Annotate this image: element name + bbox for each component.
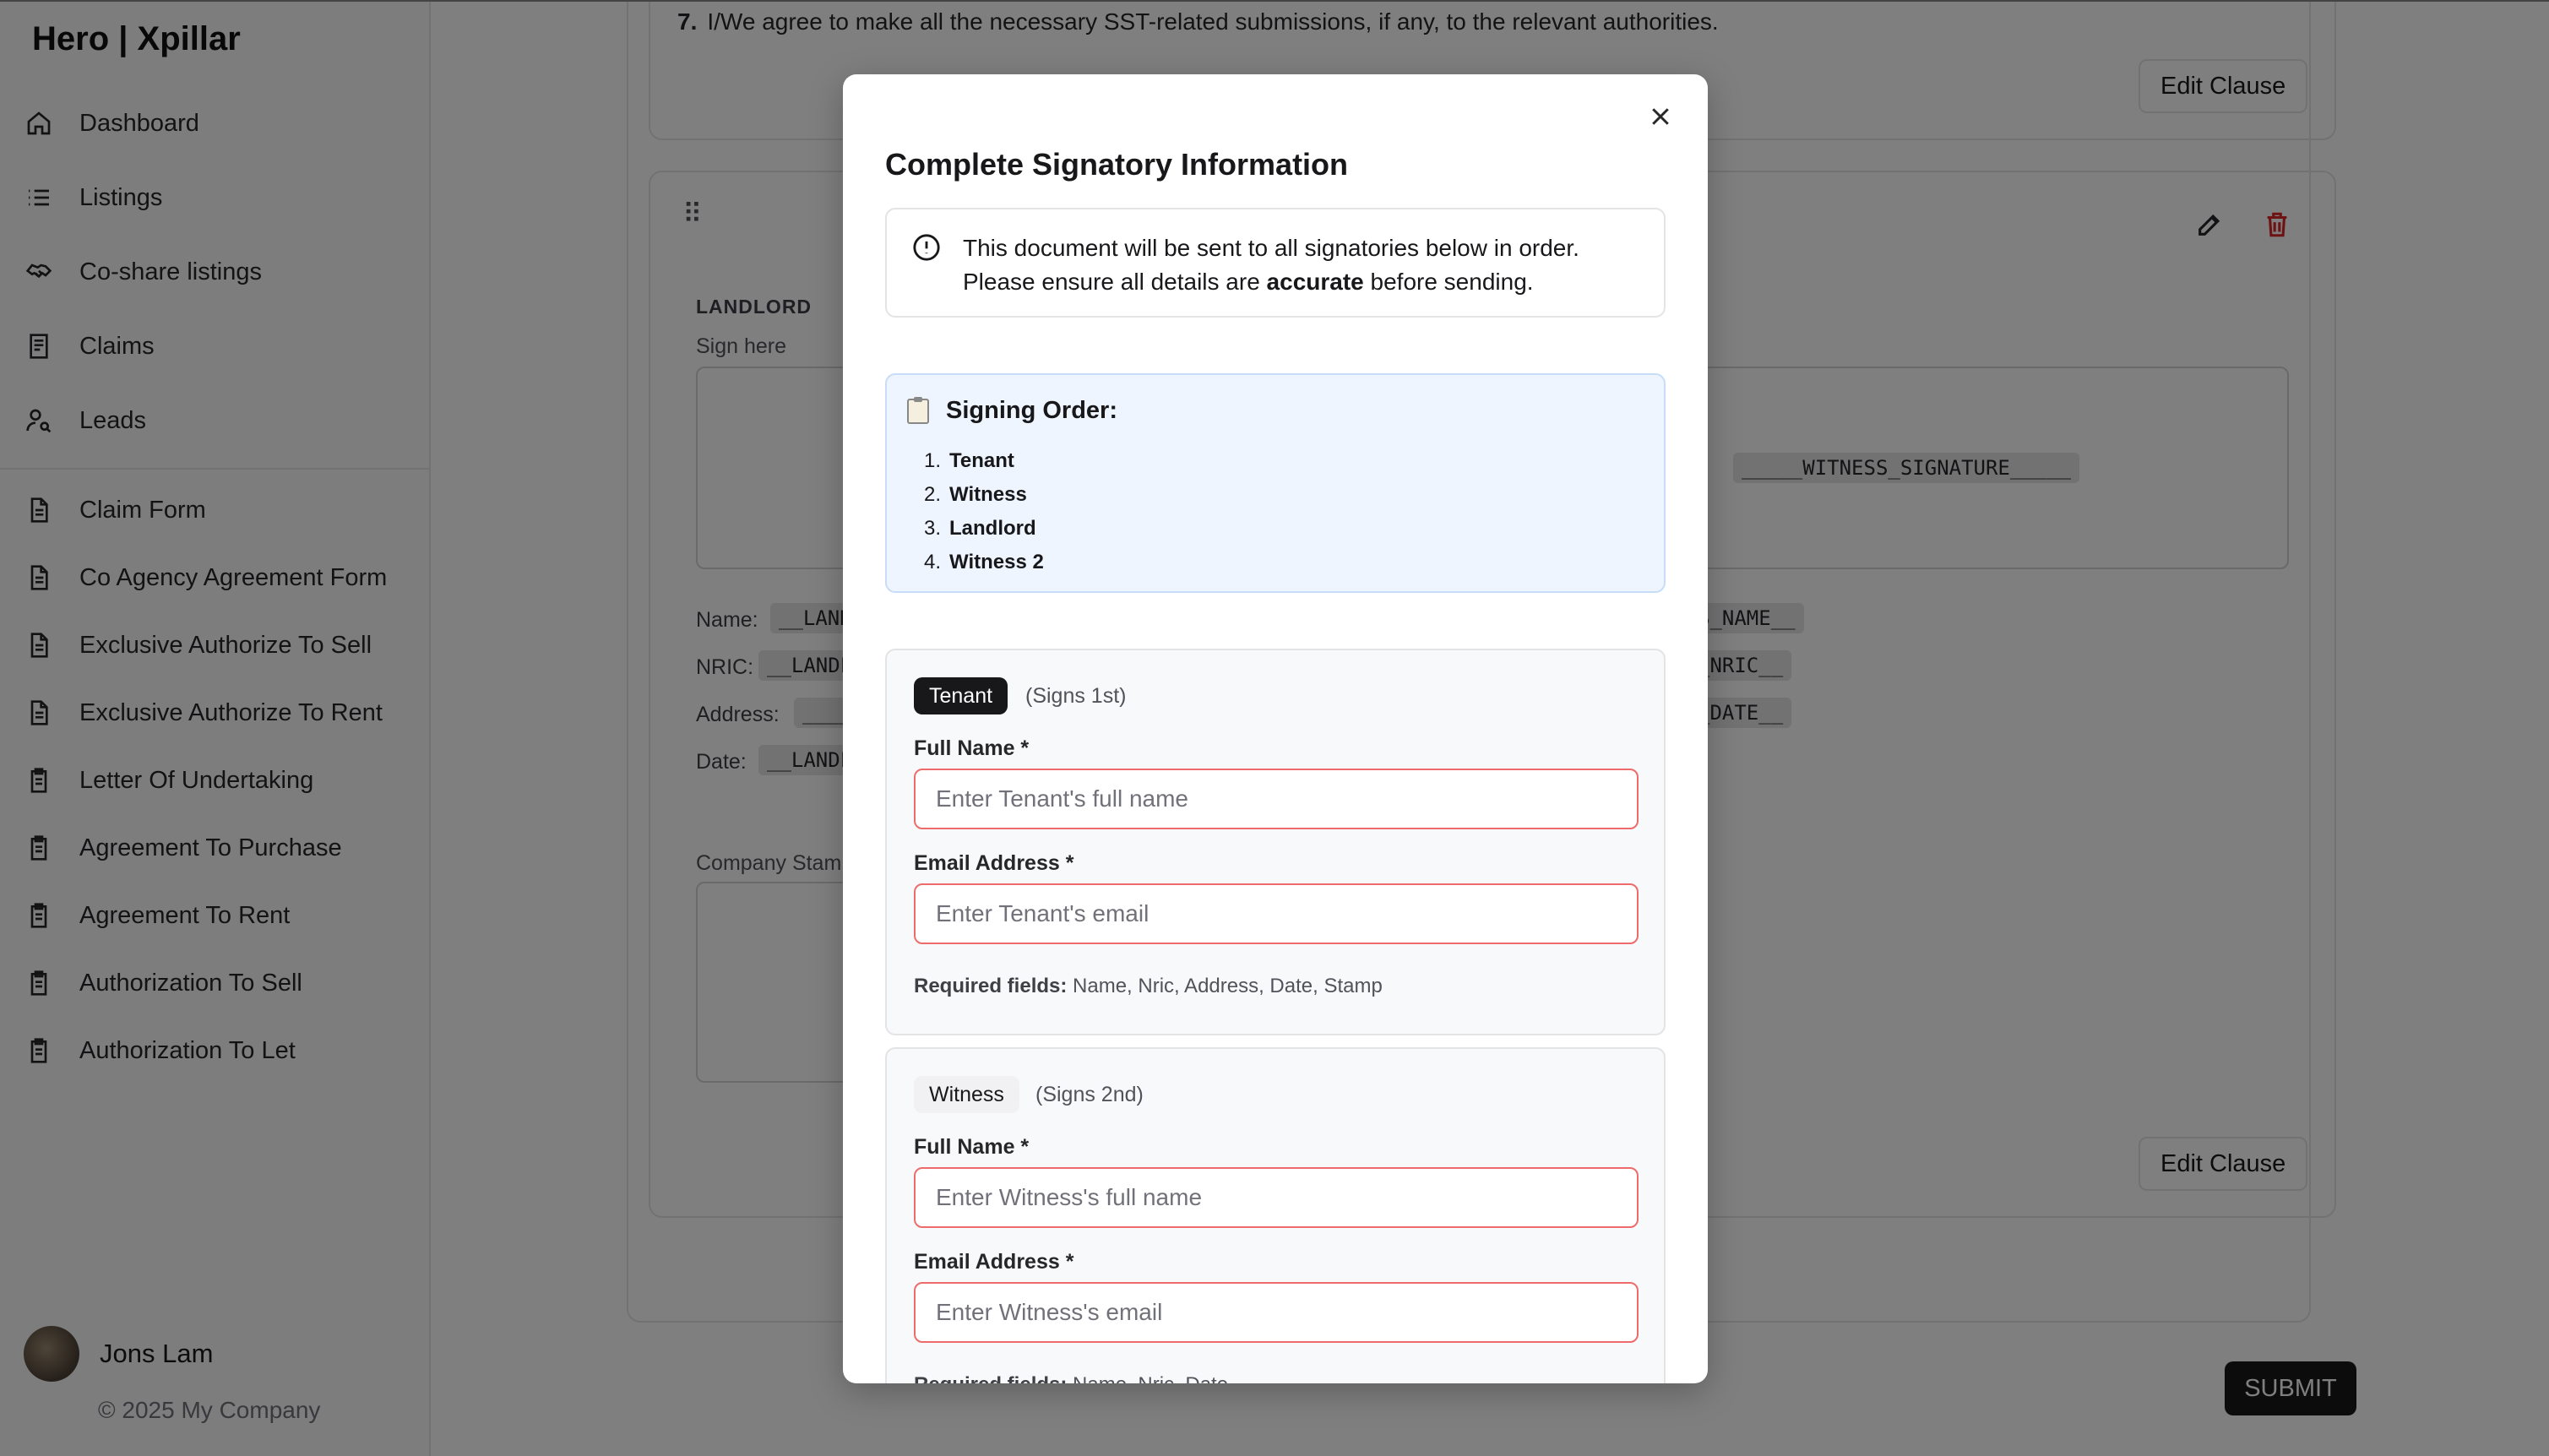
tenant-email-input[interactable]: [914, 883, 1639, 944]
notice-line-1: This document will be sent to all signat…: [963, 235, 1579, 261]
notice-suffix: before sending.: [1363, 269, 1534, 295]
order-number: 3.: [924, 517, 942, 540]
info-notice: This document will be sent to all signat…: [885, 208, 1666, 318]
notice-prefix: Please ensure all details are: [963, 269, 1267, 295]
tenant-full-name-input[interactable]: [914, 769, 1639, 829]
signing-position: (Signs 2nd): [1035, 1083, 1144, 1106]
required-fields-label: Required fields:: [914, 975, 1068, 997]
order-number: 2.: [924, 483, 942, 506]
list-item: 2. Witness: [924, 478, 1044, 512]
signing-order-panel: Signing Order: 1. Tenant 2. Witness 3. Land…: [885, 373, 1666, 593]
full-name-label: Full Name *: [914, 736, 1030, 760]
list-item: 4. Witness 2: [924, 546, 1044, 579]
tenant-signatory-card: Tenant (Signs 1st) Full Name * Email Add…: [885, 649, 1666, 1035]
dialog-title: Complete Signatory Information: [885, 147, 1349, 182]
notice-line-2: Please ensure all details are accurate b…: [963, 265, 1579, 299]
required-fields-list: Name, Nric, Address, Date, Stamp: [1073, 975, 1383, 997]
notice-text: This document will be sent to all signat…: [963, 231, 1579, 299]
signing-order-heading: Signing Order:: [946, 397, 1117, 424]
signing-position: (Signs 1st): [1025, 684, 1127, 708]
signatory-dialog: Complete Signatory Information This docu…: [843, 74, 1708, 1383]
order-number: 1.: [924, 449, 942, 472]
email-label: Email Address *: [914, 851, 1074, 875]
witness-full-name-input[interactable]: [914, 1167, 1639, 1228]
witness-email-input[interactable]: [914, 1282, 1639, 1343]
list-item: 1. Tenant: [924, 444, 1044, 478]
order-role: Witness: [949, 483, 1027, 506]
role-badge-witness: Witness: [914, 1076, 1019, 1113]
order-role: Witness 2: [949, 551, 1044, 573]
order-role: Landlord: [949, 517, 1036, 540]
order-number: 4.: [924, 551, 942, 573]
signing-order-list: 1. Tenant 2. Witness 3. Landlord 4. Witness …: [924, 444, 1044, 579]
order-role: Tenant: [949, 449, 1014, 472]
email-label: Email Address *: [914, 1250, 1074, 1274]
notice-bold: accurate: [1266, 269, 1364, 295]
required-fields-note: Required fields: Name, Nric, Address, Da…: [914, 975, 1383, 998]
role-badge-tenant: Tenant: [914, 677, 1008, 714]
required-fields-label: Required fields:: [914, 1373, 1067, 1383]
required-fields-list: Name, Nric, Date: [1073, 1373, 1228, 1383]
list-item: 3. Landlord: [924, 512, 1044, 546]
close-icon[interactable]: [1644, 100, 1677, 133]
full-name-label: Full Name *: [914, 1135, 1030, 1159]
witness-signatory-card: Witness (Signs 2nd) Full Name * Email Ad…: [885, 1047, 1666, 1383]
clipboard-icon: [907, 396, 929, 424]
info-circle-icon: [913, 234, 940, 261]
signing-order-title: Signing Order:: [907, 396, 1117, 425]
required-fields-note: Required fields: Name, Nric, Date: [914, 1373, 1228, 1383]
